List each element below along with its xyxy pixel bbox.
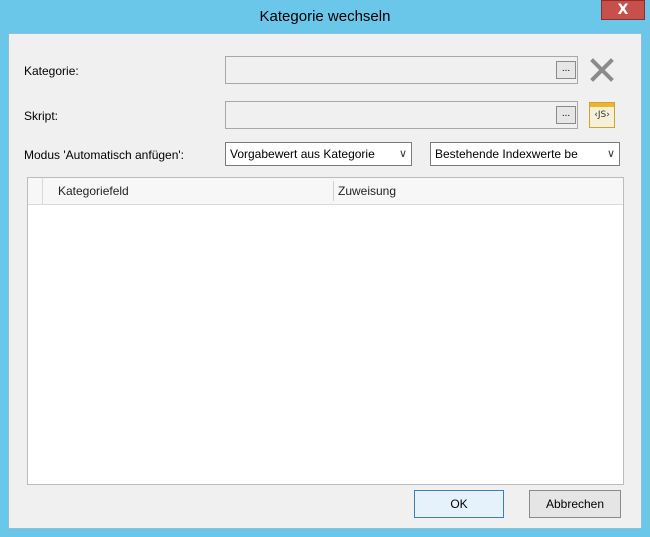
row-header-cell <box>28 178 43 204</box>
mode-select-value: Vorgabewert aus Kategorie <box>230 147 375 161</box>
dialog-content: Kategorie: ... Skript: ... ‹JS› Modus 'A… <box>8 33 642 529</box>
clear-category-button[interactable] <box>589 57 615 83</box>
script-label: Skript: <box>24 109 59 123</box>
cancel-button[interactable]: Abbrechen <box>529 490 621 518</box>
column-header-zuweisung[interactable]: Zuweisung <box>338 184 396 198</box>
chevron-down-icon: ∨ <box>606 148 615 160</box>
window-title: Kategorie wechseln <box>259 8 391 25</box>
js-icon-text: JS <box>597 110 607 120</box>
column-divider[interactable] <box>333 181 334 201</box>
category-label: Kategorie: <box>24 64 79 78</box>
script-browse-button[interactable]: ... <box>556 106 576 124</box>
mode-select[interactable]: Vorgabewert aus Kategorie ∨ <box>225 142 412 166</box>
script-editor-button[interactable]: ‹JS› <box>589 102 615 128</box>
mode-label: Modus 'Automatisch anfügen': <box>24 148 185 162</box>
index-select[interactable]: Bestehende Indexwerte be ∨ <box>430 142 620 166</box>
dialog-window: Kategorie wechseln X Kategorie: ... Skri… <box>0 0 650 537</box>
column-header-kategoriefeld[interactable]: Kategoriefeld <box>58 184 129 198</box>
category-browse-button[interactable]: ... <box>556 61 576 79</box>
ok-button[interactable]: OK <box>414 490 504 518</box>
chevron-down-icon: ∨ <box>398 148 407 160</box>
js-icon-bar <box>590 103 614 107</box>
js-icon: ‹JS› <box>594 110 610 120</box>
script-field[interactable]: ... <box>225 101 578 129</box>
index-select-value: Bestehende Indexwerte be <box>435 147 578 161</box>
close-button[interactable]: X <box>601 0 645 20</box>
category-field-grid[interactable]: Kategoriefeld Zuweisung <box>27 177 624 485</box>
clear-x-icon <box>590 58 614 82</box>
grid-header: Kategoriefeld Zuweisung <box>28 178 623 205</box>
title-bar[interactable]: Kategorie wechseln X <box>0 0 650 33</box>
category-field[interactable]: ... <box>225 56 578 84</box>
